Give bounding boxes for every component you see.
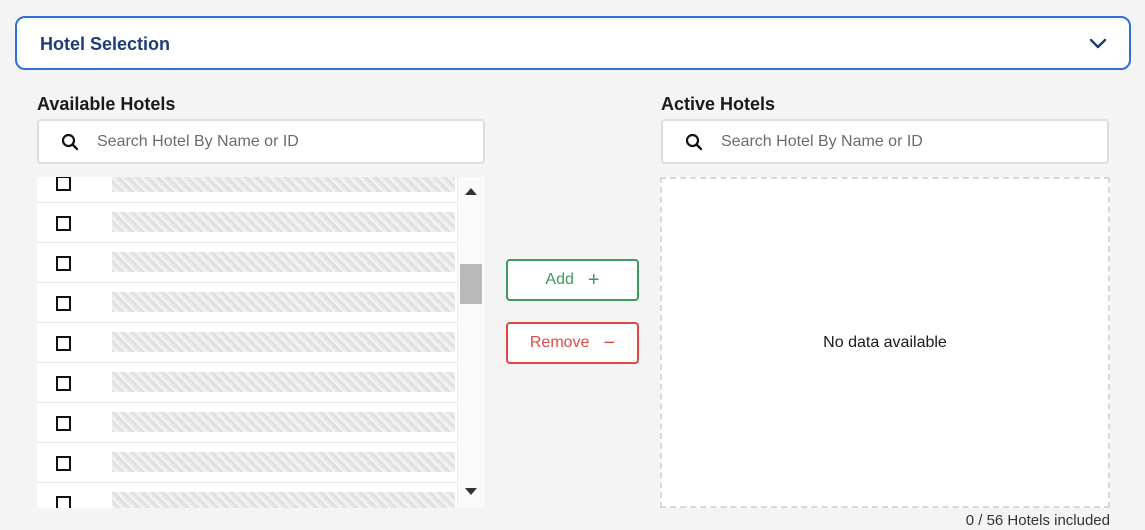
empty-state-text: No data available (823, 334, 947, 351)
redacted-hotel-name (112, 412, 455, 432)
hotel-checkbox[interactable] (56, 336, 71, 351)
scroll-down-arrow-icon[interactable] (465, 488, 477, 495)
hotel-checkbox[interactable] (56, 376, 71, 391)
plus-icon: + (587, 269, 600, 291)
list-item[interactable] (37, 177, 457, 203)
redacted-hotel-name (112, 177, 455, 192)
list-item[interactable] (37, 283, 457, 323)
hotel-checkbox[interactable] (56, 256, 71, 271)
search-icon (61, 133, 79, 151)
remove-label: Remove (529, 334, 590, 351)
hotel-checkbox[interactable] (56, 177, 71, 191)
redacted-hotel-name (112, 252, 455, 272)
list-item[interactable] (37, 203, 457, 243)
minus-icon: − (603, 332, 616, 354)
redacted-hotel-name (112, 372, 455, 392)
active-hotels-title: Active Hotels (661, 94, 776, 114)
available-hotels-list (37, 177, 484, 508)
redacted-hotel-name (112, 492, 455, 508)
list-item[interactable] (37, 483, 457, 508)
chevron-down-icon[interactable] (1087, 32, 1109, 54)
scroll-thumb[interactable] (460, 264, 482, 304)
hotel-checkbox[interactable] (56, 456, 71, 471)
active-search-box (661, 119, 1109, 164)
hotels-included-summary: 0 / 56 Hotels included (965, 512, 1110, 529)
list-scrollbar[interactable] (457, 177, 483, 508)
active-search-input[interactable] (721, 129, 1091, 155)
add-button[interactable]: Add + (506, 259, 639, 301)
list-item[interactable] (37, 243, 457, 283)
list-item[interactable] (37, 323, 457, 363)
list-item[interactable] (37, 443, 457, 483)
hotel-selection-accordion[interactable]: Hotel Selection (15, 16, 1131, 70)
redacted-hotel-name (112, 452, 455, 472)
remove-button[interactable]: Remove − (506, 322, 639, 364)
hotel-checkbox[interactable] (56, 296, 71, 311)
available-search-input[interactable] (97, 129, 467, 155)
redacted-hotel-name (112, 292, 455, 312)
list-item[interactable] (37, 363, 457, 403)
hotel-checkbox[interactable] (56, 216, 71, 231)
scroll-up-arrow-icon[interactable] (465, 188, 477, 195)
available-search-box (37, 119, 485, 164)
add-label: Add (545, 271, 574, 288)
redacted-hotel-name (112, 212, 455, 232)
hotel-checkbox[interactable] (56, 416, 71, 431)
hotel-checkbox[interactable] (56, 496, 71, 508)
search-icon (685, 133, 703, 151)
active-hotels-list: No data available (660, 177, 1110, 508)
redacted-hotel-name (112, 332, 455, 352)
available-hotels-title: Available Hotels (37, 94, 176, 114)
accordion-title: Hotel Selection (40, 34, 171, 54)
list-item[interactable] (37, 403, 457, 443)
